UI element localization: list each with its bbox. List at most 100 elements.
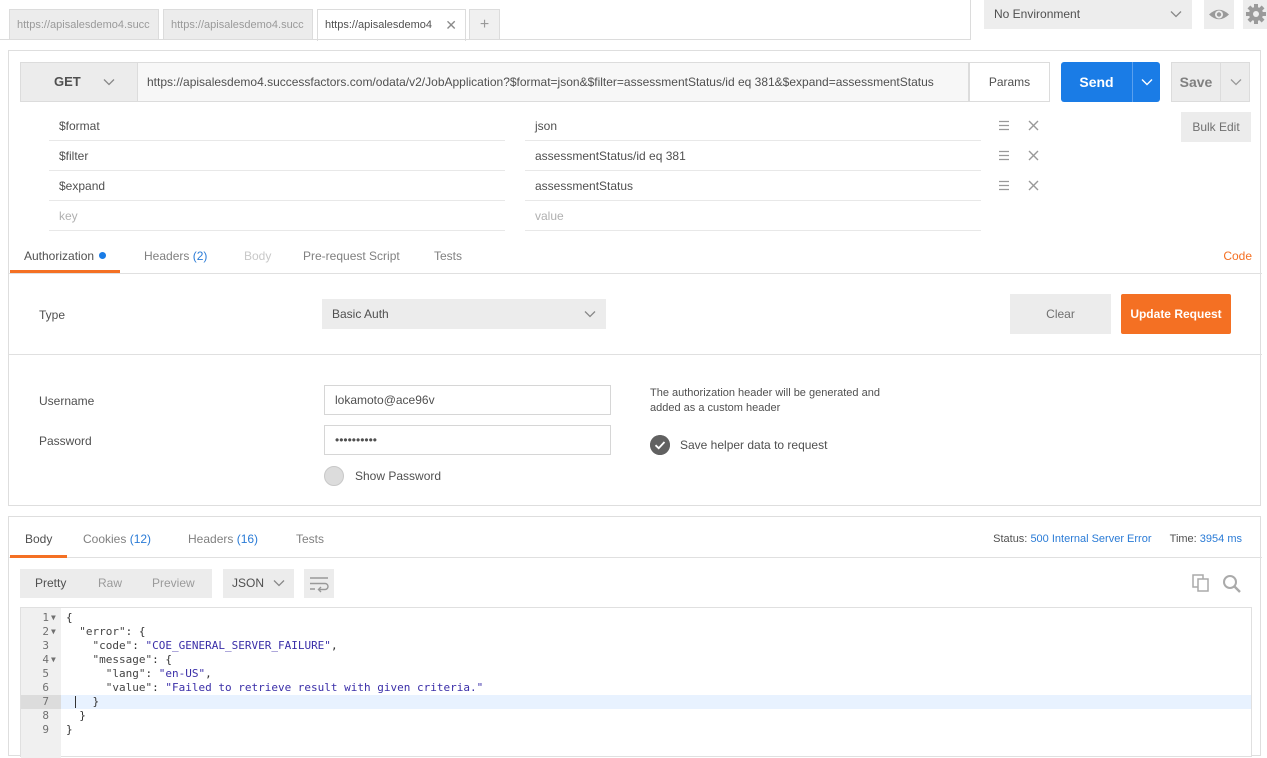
request-tab-2[interactable]: https://apisalesdemo4.succ: [163, 9, 313, 40]
param-key-input[interactable]: $filter: [49, 141, 505, 171]
param-value-input[interactable]: json: [525, 111, 981, 141]
auth-type-select[interactable]: Basic Auth: [322, 299, 606, 329]
code-text: }: [66, 709, 86, 722]
environment-select[interactable]: No Environment: [984, 0, 1192, 29]
password-input[interactable]: ••••••••••: [324, 425, 611, 455]
tab-count: (16): [236, 532, 259, 546]
code-text: }: [66, 723, 73, 736]
code-text: "error": {: [79, 625, 146, 638]
tab-test-results[interactable]: Tests: [296, 525, 324, 558]
chevron-down-icon: [1230, 79, 1242, 86]
tab-cookies[interactable]: Cookies (12): [83, 525, 151, 558]
checkmark-icon[interactable]: [650, 435, 670, 455]
generate-code-link[interactable]: Code: [1223, 249, 1252, 263]
param-value-input[interactable]: assessmentStatus/id eq 381: [525, 141, 981, 171]
username-input[interactable]: lokamoto@ace96v: [324, 385, 611, 415]
wrap-lines-button[interactable]: [304, 569, 334, 598]
save-button[interactable]: Save: [1171, 62, 1221, 102]
param-row: $format json: [49, 111, 1049, 141]
code-line: 3 "code": "COE_GENERAL_SERVER_FAILURE",: [21, 639, 1251, 653]
line-number: 4: [42, 653, 49, 666]
response-meta: Status: 500 Internal Server Error Time: …: [993, 533, 1242, 545]
code-line: 2 ▼ "error": {: [21, 625, 1251, 639]
line-number: 5: [42, 667, 49, 680]
response-body-editor[interactable]: 1 ▼{2 ▼ "error": {3 "code": "COE_GENERAL_S…: [20, 607, 1252, 758]
fold-arrow-icon[interactable]: ▼: [51, 625, 56, 639]
param-key-input[interactable]: $expand: [49, 171, 505, 201]
text-caret: [75, 696, 76, 708]
tab-headers[interactable]: Headers (2): [144, 241, 207, 273]
auth-type-value: Basic Auth: [332, 307, 389, 321]
param-value-input[interactable]: value: [525, 201, 981, 231]
fold-arrow-icon[interactable]: ▼: [51, 653, 56, 667]
tab-label: Headers: [144, 249, 190, 263]
settings-button[interactable]: [1243, 0, 1267, 29]
send-button[interactable]: Send: [1061, 62, 1132, 102]
modified-dot-icon: [99, 252, 107, 259]
tab-pre-request-script[interactable]: Pre-request Script: [303, 241, 400, 273]
copy-icon[interactable]: [1192, 574, 1210, 592]
tab-tests[interactable]: Tests: [434, 241, 462, 273]
show-password-checkbox[interactable]: [324, 466, 344, 486]
environment-quick-look-button[interactable]: [1204, 0, 1234, 29]
drag-handle-icon[interactable]: [999, 180, 1009, 191]
code-line: 7 }: [21, 695, 1251, 709]
time-value: 3954 ms: [1199, 533, 1242, 545]
tab-label: Cookies: [83, 532, 127, 546]
drag-handle-icon[interactable]: [999, 150, 1009, 161]
language-select[interactable]: JSON: [223, 569, 294, 598]
tab-body[interactable]: Body: [244, 241, 271, 273]
request-tab-3-active[interactable]: https://apisalesdemo4 ✕: [317, 9, 466, 41]
clear-button[interactable]: Clear: [1010, 294, 1111, 334]
save-options-button[interactable]: [1220, 62, 1250, 102]
auth-type-label: Type: [39, 308, 66, 322]
send-options-button[interactable]: [1132, 62, 1160, 102]
code-line: 4 ▼ "message": {: [21, 653, 1251, 667]
fold-arrow-icon[interactable]: ▼: [51, 611, 56, 625]
raw-button[interactable]: Raw: [98, 569, 122, 598]
pretty-button[interactable]: Pretty: [35, 569, 66, 598]
request-tab-1[interactable]: https://apisalesdemo4.succ: [9, 9, 159, 40]
delete-icon[interactable]: [1028, 180, 1039, 191]
delete-icon[interactable]: [1028, 150, 1039, 161]
method-select[interactable]: GET: [20, 62, 137, 102]
tab-response-headers[interactable]: Headers (16): [188, 525, 258, 558]
code-line: 5 "lang": "en-US",: [21, 667, 1251, 681]
status-label: Status:: [993, 533, 1028, 545]
request-panel: GET https://apisalesdemo4.successfactors…: [8, 50, 1262, 506]
param-value-input[interactable]: assessmentStatus: [525, 171, 981, 201]
tab-count: (2): [192, 249, 208, 263]
method-value: GET: [54, 74, 81, 89]
url-input[interactable]: https://apisalesdemo4.successfactors.com…: [137, 62, 969, 102]
time-label: Time:: [1169, 533, 1197, 545]
username-label: Username: [39, 394, 95, 408]
code-text: "value": "Failed to retrieve result with…: [105, 681, 484, 694]
format-toggle-group: Pretty Raw Preview: [20, 569, 212, 598]
line-number: 6: [42, 681, 49, 694]
param-row-new: key value: [49, 201, 1049, 231]
code-text: }: [66, 695, 100, 708]
param-key-input[interactable]: key: [49, 201, 505, 231]
drag-handle-icon[interactable]: [999, 120, 1009, 131]
status-value: 500 Internal Server Error: [1030, 533, 1152, 545]
gear-icon: [1246, 4, 1266, 24]
search-icon[interactable]: [1222, 574, 1242, 594]
new-tab-button[interactable]: +: [469, 9, 500, 40]
preview-button[interactable]: Preview: [152, 569, 195, 598]
request-tabs: Authorization Headers (2) Body Pre-reque…: [9, 241, 1262, 274]
bulk-edit-button[interactable]: Bulk Edit: [1181, 112, 1251, 142]
tab-count: (12): [129, 532, 152, 546]
update-request-button[interactable]: Update Request: [1121, 294, 1231, 334]
param-key-input[interactable]: $format: [49, 111, 505, 141]
line-number: 3: [42, 639, 49, 652]
delete-icon[interactable]: [1028, 120, 1039, 131]
show-password-label: Show Password: [355, 469, 442, 483]
password-label: Password: [39, 434, 92, 448]
close-tab-icon[interactable]: ✕: [445, 10, 457, 40]
code-text: {: [66, 611, 73, 624]
save-helper-label: Save helper data to request: [680, 438, 828, 452]
params-button[interactable]: Params: [969, 62, 1050, 102]
code-text: "message": {: [92, 653, 172, 666]
tab-authorization[interactable]: Authorization: [10, 241, 121, 273]
tab-response-body[interactable]: Body: [10, 525, 68, 558]
